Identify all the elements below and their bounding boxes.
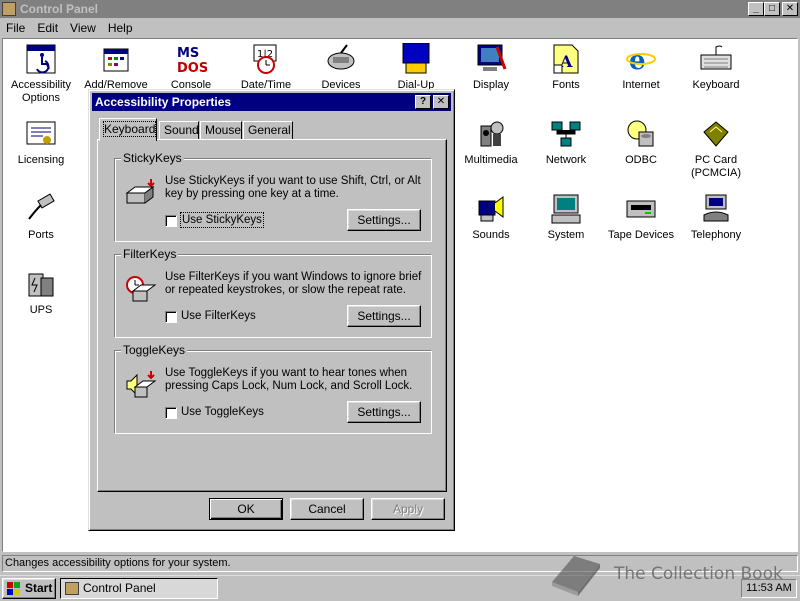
menu-bar: File Edit View Help (0, 19, 800, 37)
tab-general[interactable]: General (243, 121, 293, 140)
internet-icon: e (626, 46, 656, 75)
cp-item-ports[interactable]: Ports (3, 193, 79, 242)
menu-file[interactable]: File (0, 19, 31, 37)
ups-icon (28, 273, 54, 297)
odbc-icon (627, 120, 654, 147)
ports-icon (28, 193, 55, 220)
add-remove-icon (103, 48, 129, 72)
cp-item-pccard[interactable]: PC Card (PCMCIA) (678, 118, 754, 180)
togglekeys-legend: ToggleKeys (121, 343, 188, 357)
stickykeys-legend: StickyKeys (121, 151, 184, 165)
cp-item-system[interactable]: System (528, 193, 604, 242)
maximize-button[interactable]: □ (764, 2, 780, 16)
tab-keyboard[interactable]: Keyboard (99, 118, 157, 141)
stickykeys-icon (125, 179, 155, 204)
cp-item-tape-devices[interactable]: Tape Devices (603, 193, 679, 242)
cp-item-sounds[interactable]: Sounds (453, 193, 529, 242)
filterkeys-checkbox-label[interactable]: Use FilterKeys (181, 309, 256, 323)
datetime-icon: 1|2 (253, 44, 277, 74)
sounds-icon (478, 196, 504, 222)
cp-item-datetime[interactable]: 1|2 Date/Time (228, 43, 304, 92)
accessibility-icon (26, 44, 56, 74)
start-button[interactable]: Start (2, 578, 56, 599)
togglekeys-settings-button[interactable]: Settings... (347, 401, 421, 423)
telephony-icon (703, 194, 729, 222)
cp-item-add-remove[interactable]: Add/Remove (78, 43, 154, 92)
togglekeys-checkbox-label[interactable]: Use ToggleKeys (181, 405, 264, 419)
togglekeys-description: Use ToggleKeys if you want to hear tones… (165, 367, 413, 392)
taskbar: Start Control Panel 11:53 AM (0, 575, 800, 600)
cp-item-ups[interactable]: UPS (3, 268, 79, 317)
svg-text:DOS: DOS (177, 61, 207, 75)
cp-item-multimedia[interactable]: Multimedia (453, 118, 529, 167)
windows-logo-icon (7, 582, 20, 595)
system-clock: 11:53 AM (741, 579, 797, 598)
status-bar: Changes accessibility options for your s… (0, 554, 800, 573)
fonts-icon: A (553, 44, 579, 74)
multimedia-icon (480, 121, 504, 147)
close-button[interactable]: ✕ (782, 2, 798, 16)
cp-item-licensing[interactable]: Licensing (3, 118, 79, 167)
status-text: Changes accessibility options for your s… (2, 555, 798, 572)
taskbar-button-control-panel[interactable]: Control Panel (60, 578, 218, 599)
dialog-title-bar[interactable]: Accessibility Properties ? ✕ (92, 93, 451, 111)
cp-item-network[interactable]: Network (528, 118, 604, 167)
cp-item-devices[interactable]: Devices (303, 43, 379, 92)
cp-item-keyboard[interactable]: Keyboard (678, 43, 754, 92)
cp-item-accessibility[interactable]: Accessibility Options (3, 43, 79, 105)
filterkeys-legend: FilterKeys (121, 247, 179, 261)
menu-edit[interactable]: Edit (31, 19, 64, 37)
tab-mouse[interactable]: Mouse (200, 121, 242, 140)
accessibility-properties-dialog: Accessibility Properties ? ✕ Keyboard So… (88, 89, 455, 531)
dialog-close-button[interactable]: ✕ (433, 95, 449, 109)
menu-view[interactable]: View (64, 19, 102, 37)
togglekeys-icon (126, 371, 157, 398)
filterkeys-group: FilterKeys Use FilterKeys if you want Wi… (114, 247, 432, 338)
cp-item-console[interactable]: MS DOS Console (153, 43, 229, 92)
tape-devices-icon (626, 200, 656, 218)
togglekeys-group: ToggleKeys Use ToggleKeys if you want to… (114, 343, 432, 434)
svg-text:MS: MS (177, 46, 199, 61)
display-icon (477, 44, 507, 71)
cp-item-fonts[interactable]: A Fonts (528, 43, 604, 92)
menu-help[interactable]: Help (102, 19, 139, 37)
window-title: Control Panel (20, 2, 99, 16)
stickykeys-description: Use StickyKeys if you want to use Shift,… (165, 175, 421, 200)
cancel-button[interactable]: Cancel (290, 498, 364, 520)
apply-button[interactable]: Apply (371, 498, 445, 520)
dialup-icon (402, 43, 430, 74)
keyboard-tab-panel: StickyKeys Use StickyKeys if you want to… (97, 139, 447, 492)
console-icon: MSDOS (177, 46, 207, 75)
stickykeys-group: StickyKeys Use StickyKeys if you want to… (114, 151, 432, 242)
stickykeys-checkbox[interactable] (165, 215, 177, 227)
filterkeys-description: Use FilterKeys if you want Windows to ig… (165, 271, 422, 296)
filterkeys-settings-button[interactable]: Settings... (347, 305, 421, 327)
cp-item-telephony[interactable]: Telephony (678, 193, 754, 242)
control-panel-icon (2, 2, 16, 16)
help-button[interactable]: ? (415, 95, 431, 109)
svg-text:e: e (629, 46, 646, 75)
togglekeys-checkbox[interactable] (165, 407, 177, 419)
devices-icon (327, 44, 355, 70)
control-panel-icon (65, 582, 79, 595)
ok-button[interactable]: OK (209, 498, 283, 520)
minimize-button[interactable]: _ (748, 2, 764, 16)
cp-item-odbc[interactable]: ODBC (603, 118, 679, 167)
stickykeys-settings-button[interactable]: Settings... (347, 209, 421, 231)
tab-sound[interactable]: Sound (159, 121, 199, 140)
cp-item-internet[interactable]: e Internet (603, 43, 679, 92)
filterkeys-checkbox[interactable] (165, 311, 177, 323)
cp-item-display[interactable]: Display (453, 43, 529, 92)
cp-item-dialup[interactable]: Dial-Up (378, 43, 454, 92)
network-icon (551, 121, 581, 147)
title-bar[interactable]: Control Panel _ □ ✕ (0, 0, 800, 18)
stickykeys-checkbox-label[interactable]: Use StickyKeys (180, 212, 264, 228)
dialog-title: Accessibility Properties (95, 95, 232, 109)
filterkeys-icon (126, 276, 157, 302)
licensing-icon (26, 121, 56, 145)
pccard-icon (703, 121, 729, 147)
keyboard-icon (700, 45, 732, 70)
system-icon (551, 194, 581, 224)
